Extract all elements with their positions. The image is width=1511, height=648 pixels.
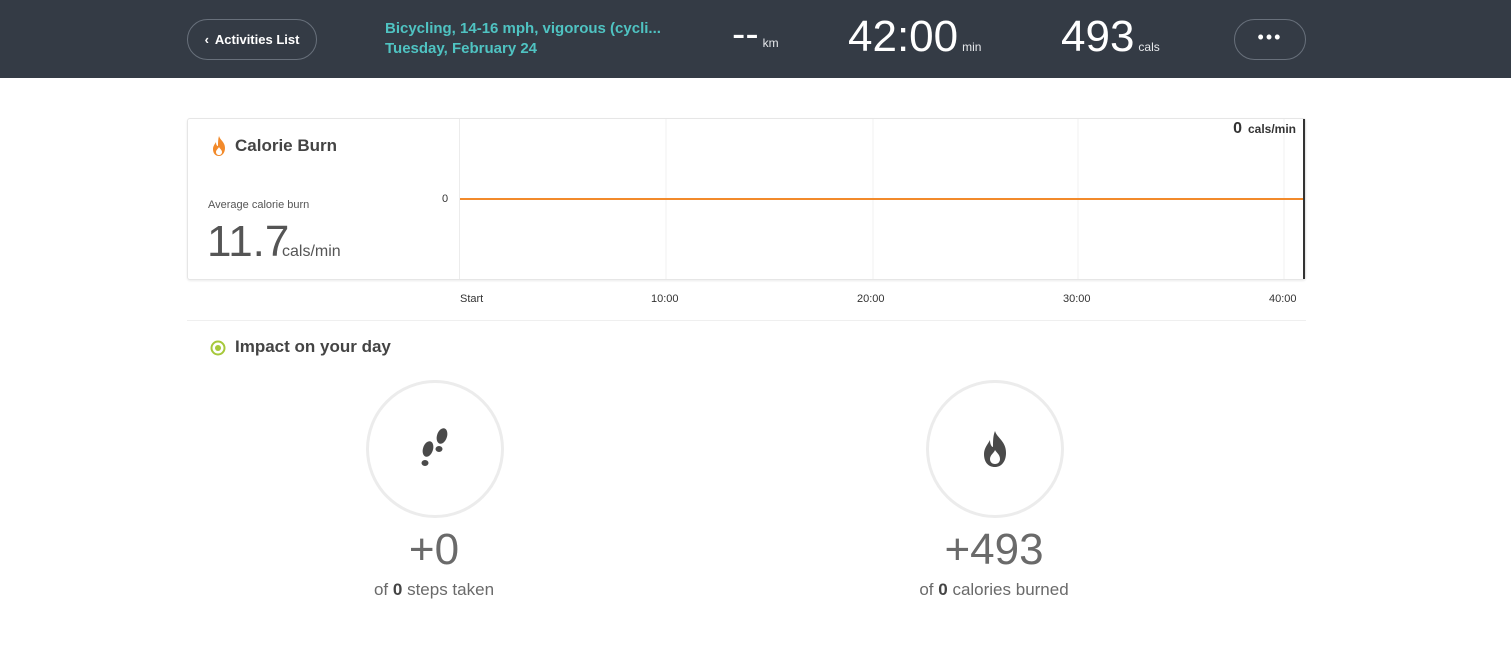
steps-caption-suffix: steps taken xyxy=(407,580,495,599)
calories-value: 493 xyxy=(1061,12,1135,61)
calories-goal-count: 0 xyxy=(938,580,948,599)
calories-caption-suffix: calories burned xyxy=(952,580,1069,599)
y-tick-label: 0 xyxy=(442,193,449,205)
steps-caption-prefix: of xyxy=(373,580,389,599)
current-rate-value: 0 xyxy=(1233,120,1242,137)
x-tick-label: 20:00 xyxy=(857,293,885,305)
duration-unit: min xyxy=(962,40,982,54)
activities-list-label: Activities List xyxy=(214,32,300,47)
current-rate-unit: cals/min xyxy=(1247,122,1296,136)
x-tick-label: 40:00 xyxy=(1269,293,1297,305)
calories-impact-caption: of 0 calories burned xyxy=(864,580,1124,600)
more-dots-icon: ••• xyxy=(1257,26,1283,47)
x-tick-label: 30:00 xyxy=(1063,293,1091,305)
activities-list-button[interactable]: ‹ Activities List xyxy=(187,19,317,60)
calorie-burn-chart xyxy=(460,119,1305,279)
target-icon xyxy=(210,340,226,356)
steps-impact-caption: of 0 steps taken xyxy=(304,580,564,600)
section-divider xyxy=(187,320,1306,321)
more-options-button[interactable]: ••• xyxy=(1234,19,1306,60)
distance-stat: -- km xyxy=(732,12,779,57)
steps-impact-circle xyxy=(366,380,504,518)
activity-date: Tuesday, February 24 xyxy=(385,40,538,57)
impact-title: Impact on your day xyxy=(235,337,391,356)
footprints-icon xyxy=(421,428,448,466)
flame-icon xyxy=(984,431,1006,467)
calories-impact-circle xyxy=(926,380,1064,518)
x-tick-label: 10:00 xyxy=(651,293,679,305)
calories-caption-prefix: of xyxy=(919,580,934,599)
duration-stat: 42:00 min xyxy=(848,12,981,62)
activity-title: Bicycling, 14-16 mph, vigorous (cycli... xyxy=(385,20,661,37)
steps-goal-count: 0 xyxy=(392,580,403,599)
calories-unit: cals xyxy=(1138,40,1160,54)
calories-impact-value: +493 xyxy=(944,525,1044,574)
calories-stat: 493 cals xyxy=(1061,12,1160,62)
duration-value: 42:00 xyxy=(848,12,959,61)
distance-unit: km xyxy=(762,36,779,50)
steps-impact-value: +0 xyxy=(408,525,460,574)
current-rate-readout: 0 cals/min xyxy=(1233,120,1296,138)
x-tick-label: Start xyxy=(460,293,484,305)
distance-value: -- xyxy=(732,12,759,56)
chevron-left-icon: ‹ xyxy=(204,32,209,47)
activity-header: ‹ Activities List Bicycling, 14-16 mph, … xyxy=(0,0,1511,78)
